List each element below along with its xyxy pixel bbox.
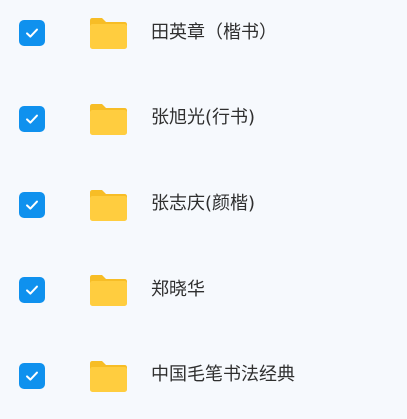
checkbox-checked[interactable]: [19, 192, 45, 218]
folder-name: 中国毛笔书法经典: [151, 364, 295, 385]
checkbox-checked[interactable]: [19, 277, 45, 303]
folder-icon: [88, 16, 129, 50]
folder-icon: [88, 359, 129, 393]
checkmark-icon: [26, 285, 38, 295]
checkmark-icon: [26, 200, 38, 210]
folder-row-zhengxiaohua[interactable]: 郑晓华: [0, 247, 407, 333]
folder-name: 郑晓华: [151, 279, 205, 300]
folder-icon: [88, 102, 129, 136]
folder-row-calligraphy-classics[interactable]: 中国毛笔书法经典: [0, 333, 407, 419]
checkmark-icon: [26, 28, 38, 38]
folder-name: 张志庆(颜楷): [151, 193, 256, 214]
folder-icon: [88, 188, 129, 222]
folder-name: 张旭光(行书): [151, 107, 256, 128]
folder-row-tianyingzhang[interactable]: 田英章（楷书）: [0, 0, 407, 76]
checkbox-checked[interactable]: [19, 106, 45, 132]
folder-icon: [88, 273, 129, 307]
checkmark-icon: [26, 114, 38, 124]
checkbox-checked[interactable]: [19, 363, 45, 389]
file-list: 田英章（楷书） 张旭光(行书) 张志庆(颜楷) 郑晓华 中国毛笔书法经典: [0, 0, 407, 408]
checkbox-checked[interactable]: [19, 20, 45, 46]
checkmark-icon: [26, 371, 38, 381]
folder-row-zhangxuguang[interactable]: 张旭光(行书): [0, 76, 407, 162]
folder-row-zhangzhiqing[interactable]: 张志庆(颜楷): [0, 162, 407, 248]
folder-name: 田英章（楷书）: [151, 22, 277, 43]
